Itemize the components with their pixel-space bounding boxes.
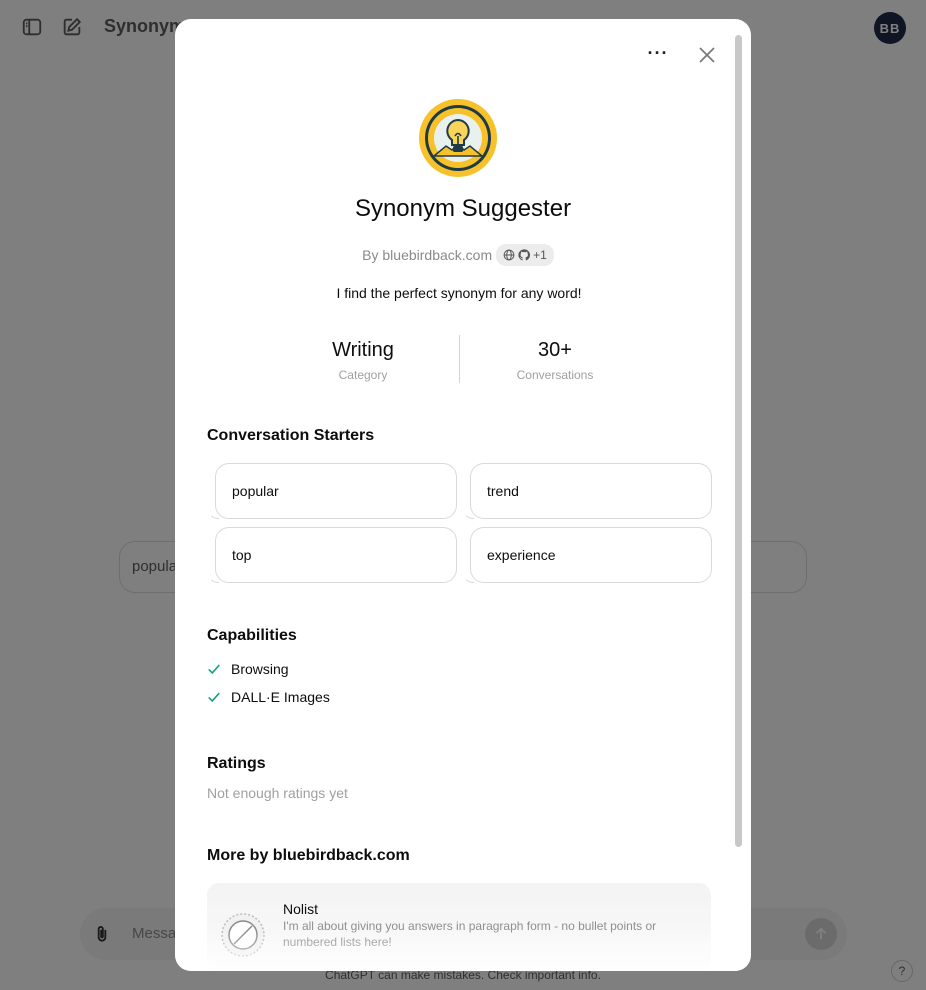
starter-button[interactable]: popular — [208, 463, 457, 519]
starter-button[interactable]: trend — [463, 463, 712, 519]
stat-label: Category — [338, 368, 388, 382]
globe-icon — [503, 249, 515, 261]
capability-item: Browsing — [207, 661, 289, 677]
stat-divider — [459, 335, 460, 383]
capability-label: Browsing — [231, 661, 289, 677]
github-icon — [518, 249, 531, 261]
stat-value: 30+ — [538, 339, 572, 361]
link-count: +1 — [533, 248, 547, 262]
stat-value: Writing — [332, 339, 394, 361]
lightbulb-logo-icon — [419, 99, 497, 177]
gpt-byline: By bluebirdback.com +1 — [175, 244, 741, 266]
ratings-note: Not enough ratings yet — [207, 785, 348, 801]
capability-item: DALL·E Images — [207, 689, 330, 705]
conversation-starters-heading: Conversation Starters — [207, 427, 375, 444]
gpt-description: I find the perfect synonym for any word! — [336, 285, 582, 301]
capabilities-heading: Capabilities — [207, 627, 297, 644]
author-text[interactable]: By bluebirdback.com — [362, 247, 492, 263]
stat-label: Conversations — [516, 368, 594, 382]
related-gpt-name: Nolist — [283, 901, 319, 917]
close-icon[interactable] — [695, 43, 719, 67]
gpt-name: Synonym Suggester — [354, 195, 572, 222]
author-links-pill[interactable]: +1 — [496, 244, 554, 266]
check-icon — [208, 692, 220, 703]
check-icon — [208, 664, 220, 675]
gpt-details-modal: ··· Synonym Suggester By bluebirdback.co… — [175, 19, 751, 971]
scroll-fade — [175, 929, 751, 971]
scrollbar[interactable] — [735, 35, 742, 847]
more-options-button[interactable]: ··· — [647, 43, 669, 67]
capability-label: DALL·E Images — [231, 689, 330, 705]
stat-conversations: 30+ Conversations — [475, 339, 635, 382]
starter-button[interactable]: experience — [463, 527, 712, 583]
starter-button[interactable]: top — [208, 527, 457, 583]
more-by-author-heading: More by bluebirdback.com — [207, 847, 410, 864]
stat-category: Writing Category — [283, 339, 443, 382]
ratings-heading: Ratings — [207, 755, 266, 772]
